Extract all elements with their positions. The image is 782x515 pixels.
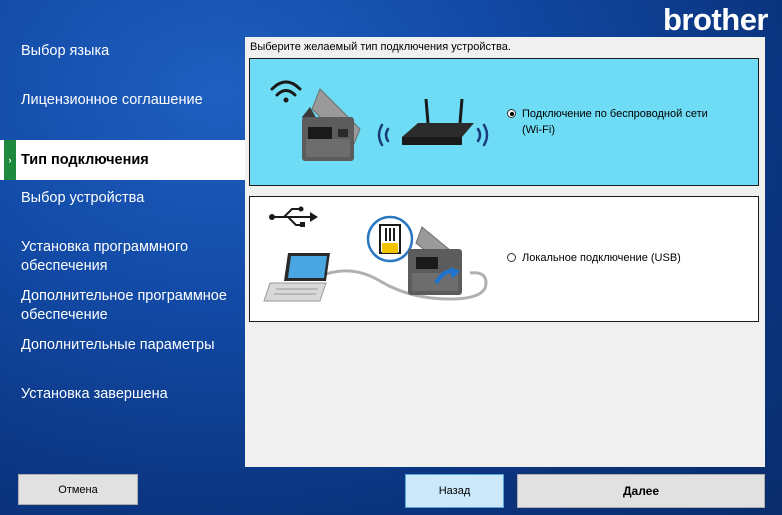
step-license: Лицензионное соглашение: [0, 91, 245, 110]
step-label: Лицензионное соглашение: [21, 92, 203, 108]
wifi-label-line1: Подключение по беспроводной сети: [522, 108, 708, 120]
wifi-radio-button[interactable]: [507, 109, 516, 118]
back-button[interactable]: Назад: [405, 474, 504, 508]
step-label: обеспечение: [21, 307, 108, 323]
step-software-install: Установка программного обеспечения: [0, 238, 245, 276]
brother-logo: brother: [663, 2, 769, 37]
step-label: Установка программного: [21, 239, 189, 255]
main-panel: Выберите желаемый тип подключения устрой…: [245, 37, 765, 467]
current-step-marker: ›: [4, 140, 16, 180]
wifi-option-label: Подключение по беспроводной сети (Wi-Fi): [522, 106, 708, 138]
printer-icon: [302, 88, 361, 161]
step-label: обеспечения: [21, 258, 108, 274]
usb-port-badge-icon: [366, 215, 414, 263]
step-label: Установка завершена: [21, 386, 168, 402]
step-connection-type: › Тип подключения: [0, 140, 245, 180]
step-label: Дополнительное программное: [21, 288, 227, 304]
usb-radio-button[interactable]: [507, 253, 516, 262]
sidebar-steps: Выбор языка Лицензионное соглашение › Ти…: [0, 0, 245, 460]
step-label: Тип подключения: [21, 151, 149, 168]
connection-type-prompt: Выберите желаемый тип подключения устрой…: [250, 41, 511, 53]
printer-icon: [408, 226, 462, 295]
wifi-label-line2: (Wi-Fi): [522, 124, 555, 136]
usb-radio-row[interactable]: Локальное подключение (USB): [507, 250, 681, 266]
step-complete: Установка завершена: [0, 385, 245, 404]
step-additional-software: Дополнительное программное обеспечение: [0, 287, 245, 325]
wifi-connection-option[interactable]: Подключение по беспроводной сети (Wi-Fi): [249, 58, 759, 186]
step-language: Выбор языка: [0, 42, 245, 61]
cancel-button[interactable]: Отмена: [18, 474, 138, 505]
usb-icon: [269, 206, 318, 227]
step-label: Дополнительные параметры: [21, 337, 215, 353]
step-additional-settings: Дополнительные параметры: [0, 336, 245, 355]
usb-connection-option[interactable]: Локальное подключение (USB): [249, 196, 759, 322]
chevron-right-icon: ›: [8, 154, 12, 165]
step-device-selection: Выбор устройства: [0, 189, 245, 208]
step-label: Выбор языка: [21, 43, 110, 59]
step-label: Выбор устройства: [21, 190, 145, 206]
usb-option-label: Локальное подключение (USB): [522, 252, 681, 264]
laptop-icon: [263, 253, 330, 302]
wifi-printer-router-illustration: [270, 80, 489, 161]
usb-laptop-printer-illustration: [263, 206, 488, 302]
wifi-icon: [270, 80, 302, 97]
router-icon: [402, 98, 474, 145]
next-button[interactable]: Далее: [517, 474, 765, 508]
wifi-radio-row[interactable]: Подключение по беспроводной сети (Wi-Fi): [507, 106, 708, 138]
